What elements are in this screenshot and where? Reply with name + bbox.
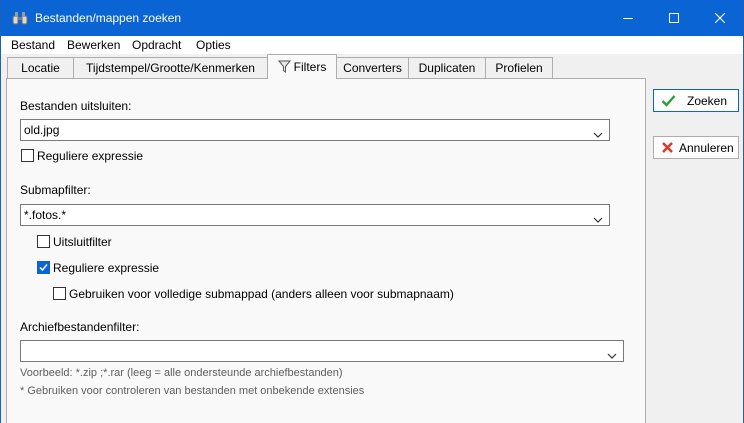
cancel-button[interactable]: Annuleren xyxy=(653,136,739,159)
close-button[interactable] xyxy=(697,0,743,36)
checkmark-icon xyxy=(661,94,676,110)
menu-opties[interactable]: Opties xyxy=(196,38,231,52)
minimize-icon xyxy=(623,18,633,19)
tab-tijdstempel[interactable]: Tijdstempel/Grootte/Kenmerken xyxy=(73,57,268,78)
x-icon xyxy=(661,141,674,157)
tab-converters[interactable]: Converters xyxy=(336,57,409,78)
menu-bewerken[interactable]: Bewerken xyxy=(67,38,120,52)
maximize-icon xyxy=(669,13,679,23)
cancel-button-label: Annuleren xyxy=(679,141,734,155)
subfolder-filter-value: *.fotos.* xyxy=(24,208,67,222)
tab-label: Filters xyxy=(293,60,327,74)
exclude-files-combobox[interactable]: old.jpg xyxy=(20,119,610,141)
menu-opdracht[interactable]: Opdracht xyxy=(132,38,181,52)
archive-filter-combobox[interactable] xyxy=(20,340,624,362)
subfolder-filter-combobox[interactable]: *.fotos.* xyxy=(20,204,610,226)
subfolder-regex-label: Reguliere expressie xyxy=(53,261,160,275)
search-button-label: Zoeken xyxy=(687,94,728,108)
search-dialog-window: Bestanden/mappen zoeken Bestand Bewerken… xyxy=(0,0,744,423)
subfolder-filter-label: Submapfilter: xyxy=(20,183,91,197)
tab-locatie[interactable]: Locatie xyxy=(7,57,74,78)
exclude-filter-label: Uitsluitfilter xyxy=(53,235,112,249)
exclude-files-label: Bestanden uitsluiten: xyxy=(20,99,132,113)
full-path-checkbox[interactable] xyxy=(53,287,66,300)
chevron-down-icon[interactable] xyxy=(593,127,603,141)
tab-profielen[interactable]: Profielen xyxy=(485,57,553,78)
minimize-button[interactable] xyxy=(605,0,651,36)
checkmark-icon xyxy=(39,264,48,272)
full-path-label: Gebruiken voor volledige submappad (ande… xyxy=(69,287,454,301)
exclude-filter-checkbox[interactable] xyxy=(37,235,50,248)
exclude-regex-checkbox[interactable] xyxy=(21,149,34,162)
title-bar[interactable]: Bestanden/mappen zoeken xyxy=(1,0,743,36)
window-title: Bestanden/mappen zoeken xyxy=(35,11,182,25)
tab-duplicaten[interactable]: Duplicaten xyxy=(408,57,486,78)
tab-strip: Locatie Tijdstempel/Grootte/Kenmerken Fi… xyxy=(1,54,743,79)
exclude-regex-label: Reguliere expressie xyxy=(37,149,144,163)
filter-icon xyxy=(277,60,291,76)
tab-label: Locatie xyxy=(21,61,60,75)
archive-filter-label: Archiefbestandenfilter: xyxy=(20,320,140,334)
filters-panel: Bestanden uitsluiten: old.jpg Reguliere … xyxy=(6,78,646,423)
chevron-down-icon[interactable] xyxy=(607,348,617,362)
archive-filter-note: * Gebruiken voor controleren van bestand… xyxy=(20,385,365,397)
tab-label: Tijdstempel/Grootte/Kenmerken xyxy=(86,61,255,75)
maximize-button[interactable] xyxy=(651,0,697,36)
archive-filter-hint: Voorbeeld: *.zip ;*.rar (leeg = alle ond… xyxy=(20,367,343,379)
tab-filters[interactable]: Filters xyxy=(267,54,337,79)
binoculars-icon xyxy=(12,10,28,26)
subfolder-regex-checkbox[interactable] xyxy=(37,261,50,274)
menu-bestand[interactable]: Bestand xyxy=(11,38,55,52)
tab-label: Converters xyxy=(343,61,402,75)
tab-label: Duplicaten xyxy=(418,61,476,75)
menu-bar: Bestand Bewerken Opdracht Opties xyxy=(1,36,743,54)
close-icon xyxy=(715,13,725,23)
chevron-down-icon[interactable] xyxy=(593,212,603,226)
exclude-files-value: old.jpg xyxy=(24,123,60,137)
search-button[interactable]: Zoeken xyxy=(653,89,739,112)
tab-label: Profielen xyxy=(495,61,543,75)
